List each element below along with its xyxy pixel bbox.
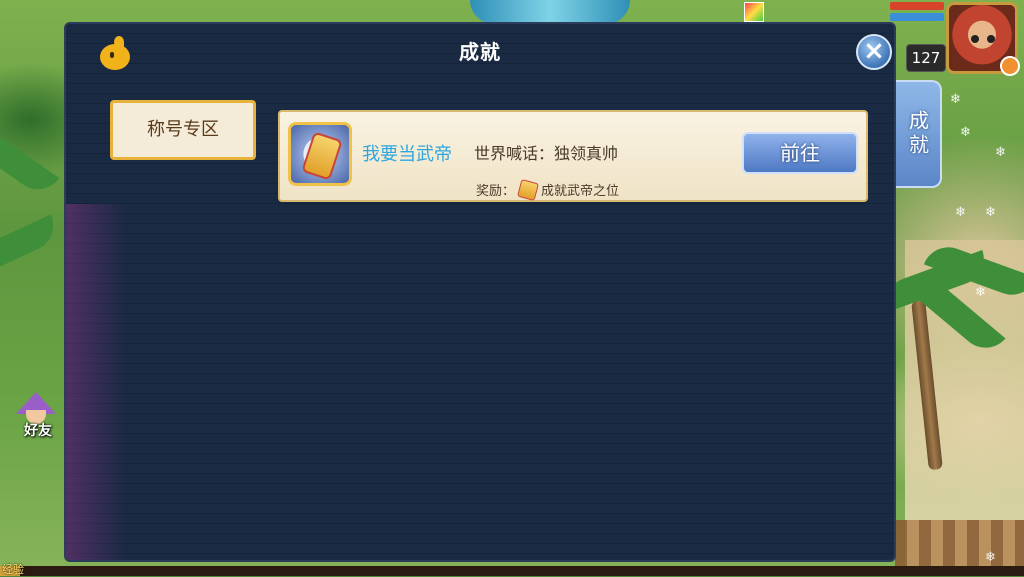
panel-glow [66, 204, 126, 560]
scroll-item-icon[interactable] [288, 122, 352, 186]
go-button[interactable]: 前往 [742, 132, 858, 174]
snowflake-icon: ❄ [995, 145, 1006, 160]
close-button[interactable]: × [856, 34, 892, 70]
scroll-small-icon [516, 178, 540, 201]
jungle-leaf [0, 126, 60, 200]
snowflake-icon: ❄ [950, 92, 961, 107]
panel-title: 成就 [459, 40, 501, 64]
status-bars [890, 2, 944, 24]
achievement-panel: 成就 × 称号专区 我要当武帝 世界喊话：独领真帅 奖励： 成就武帝之位 前往 [64, 22, 896, 562]
avatar-eye [987, 35, 995, 43]
exp-label: 经验 [2, 563, 24, 576]
exp-bar [0, 566, 1024, 576]
jungle-leaf [0, 214, 62, 272]
player-level: 127 [906, 44, 946, 72]
scroll-graphic [301, 131, 343, 181]
river-water [470, 0, 630, 24]
achievement-side-tab[interactable]: 成就 [896, 80, 942, 188]
achievement-row: 我要当武帝 世界喊话：独领真帅 奖励： 成就武帝之位 前往 [278, 110, 868, 202]
achievement-reward: 奖励： 成就武帝之位 [476, 178, 620, 201]
achievement-description: 世界喊话：独领真帅 [474, 144, 619, 163]
snowflake-icon: ❄ [960, 125, 971, 140]
gem-icon[interactable] [744, 2, 764, 22]
category-tab-titles[interactable]: 称号专区 [110, 100, 256, 160]
close-icon: × [863, 36, 885, 66]
reward-item: 成就武帝之位 [541, 184, 620, 199]
hp-bar [890, 2, 944, 10]
snowflake-icon: ❄ [975, 285, 986, 300]
snowflake-icon: ❄ [985, 205, 996, 220]
friend-label: 好友 [24, 423, 52, 439]
avatar-eye [971, 35, 979, 43]
snowflake-icon: ❄ [955, 205, 966, 220]
reward-label: 奖励： [476, 184, 516, 199]
snowflake-icon: ❄ [985, 550, 996, 565]
achievement-name: 我要当武帝 [362, 144, 452, 165]
mp-bar [890, 13, 944, 21]
friend-button[interactable]: 好友 [8, 386, 62, 440]
avatar-badge-icon [1000, 56, 1020, 76]
